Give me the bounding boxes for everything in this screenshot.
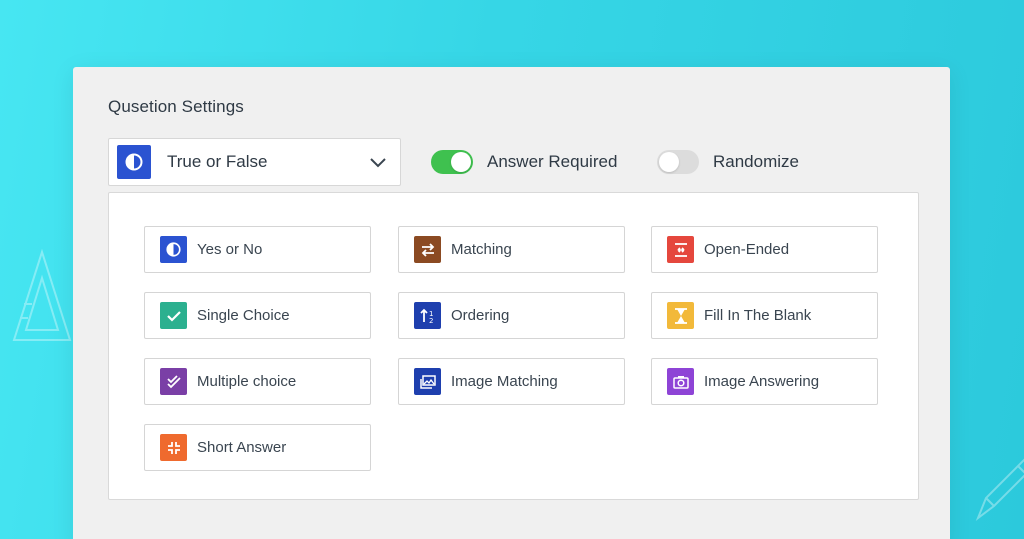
type-image-matching-button[interactable]: Image Matching — [398, 358, 625, 405]
type-label: Open-Ended — [704, 241, 790, 258]
type-label: Multiple choice — [197, 373, 297, 390]
type-label: Fill In The Blank — [704, 307, 812, 324]
sort-icon: 1 2 — [414, 302, 441, 329]
type-label: Single Choice — [197, 307, 290, 324]
check-icon — [160, 302, 187, 329]
type-fill-in-the-blank-button[interactable]: Fill In The Blank — [651, 292, 878, 339]
ruler-triangle-icon — [12, 248, 72, 341]
type-yes-or-no-button[interactable]: Yes or No — [144, 226, 371, 273]
type-open-ended-button[interactable]: Open-Ended — [651, 226, 878, 273]
type-ordering-button[interactable]: 1 2 Ordering — [398, 292, 625, 339]
type-short-answer-button[interactable]: Short Answer — [144, 424, 371, 471]
toggle-switch-on[interactable] — [431, 150, 473, 174]
randomize-label: Randomize — [713, 152, 799, 171]
randomize-toggle[interactable]: Randomize — [657, 147, 799, 177]
double-check-icon — [160, 368, 187, 395]
question-type-dropdown[interactable]: True or False — [108, 138, 401, 186]
type-image-answering-button[interactable]: Image Answering — [651, 358, 878, 405]
panel-title: Qusetion Settings — [108, 97, 244, 116]
half-circle-icon — [117, 145, 151, 179]
type-multiple-choice-button[interactable]: Multiple choice — [144, 358, 371, 405]
pencil-icon — [975, 458, 1024, 521]
type-label: Yes or No — [197, 241, 263, 258]
type-label: Short Answer — [197, 439, 287, 456]
answer-required-toggle[interactable]: Answer Required — [431, 147, 617, 177]
type-label: Ordering — [451, 307, 510, 324]
swap-arrows-icon — [414, 236, 441, 263]
answer-required-label: Answer Required — [487, 152, 618, 171]
question-settings-panel: Qusetion Settings True or False Answer R… — [73, 67, 950, 539]
image-icon — [414, 368, 441, 395]
type-label: Image Answering — [704, 373, 820, 390]
dropdown-selected-label: True or False — [167, 152, 268, 171]
type-matching-button[interactable]: Matching — [398, 226, 625, 273]
toggle-switch-off[interactable] — [657, 150, 699, 174]
chevron-down-icon — [370, 158, 386, 168]
type-label: Image Matching — [451, 373, 558, 390]
type-label: Matching — [451, 241, 512, 258]
camera-icon — [667, 368, 694, 395]
compress-icon — [160, 434, 187, 461]
hourglass-icon — [667, 302, 694, 329]
svg-text:2: 2 — [429, 317, 433, 324]
half-circle-icon — [160, 236, 187, 263]
expand-text-icon — [667, 236, 694, 263]
type-single-choice-button[interactable]: Single Choice — [144, 292, 371, 339]
question-types-grid: Yes or No Matching Open-Ended Single Cho… — [108, 192, 919, 500]
